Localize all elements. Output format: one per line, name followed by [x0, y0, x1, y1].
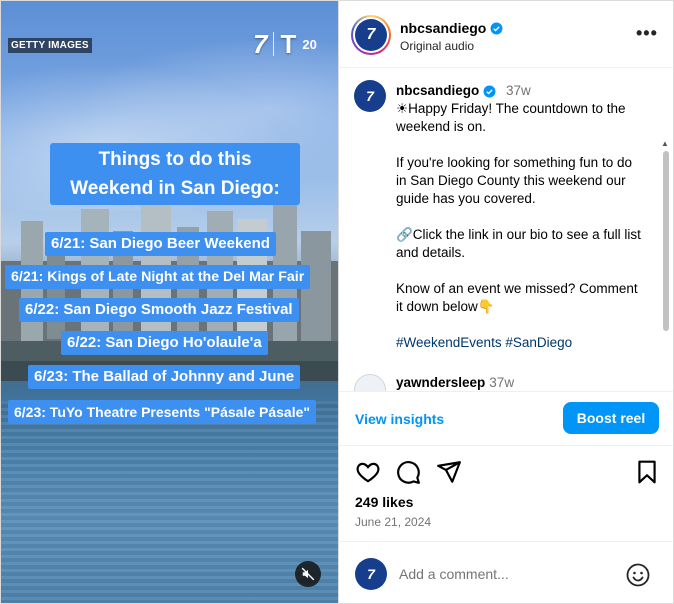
- post-side-panel: 7 nbcsandiego Original audio ••• 7 nbcsa…: [338, 1, 673, 603]
- original-audio-link[interactable]: Original audio: [400, 39, 474, 53]
- scrollbar-thumb[interactable]: [663, 151, 669, 331]
- comment-bubble-icon[interactable]: [395, 459, 421, 485]
- caption-line-1: ☀Happy Friday! The countdown to the week…: [396, 101, 626, 134]
- speaker-muted-icon: [301, 567, 315, 581]
- event-item: 6/23: The Ballad of Johnny and June: [28, 365, 301, 389]
- event-item: 6/22: San Diego Ho'olaule'a: [61, 331, 268, 355]
- likes-count[interactable]: 249 likes: [355, 494, 413, 510]
- telemundo-20-label: 20: [302, 36, 317, 52]
- nbc7-logo: 7: [253, 29, 268, 59]
- caption-username-text[interactable]: nbcsandiego: [396, 82, 479, 100]
- commenter-avatar[interactable]: [354, 374, 386, 391]
- comment-header: yawndersleep 37w: [396, 375, 514, 390]
- scroll-up-arrow-icon[interactable]: ▲: [661, 139, 669, 148]
- caption-line-3: 🔗Click the link in our bio to see a full…: [396, 227, 641, 260]
- boost-reel-button[interactable]: Boost reel: [563, 402, 659, 434]
- getty-watermark: GETTY IMAGES: [8, 38, 92, 53]
- emoji-picker-icon[interactable]: [626, 563, 650, 587]
- verified-badge-icon: [483, 85, 496, 97]
- caption-hashtags[interactable]: #WeekendEvents #SanDiego: [396, 334, 646, 352]
- logo-divider: [273, 32, 275, 56]
- caption-username[interactable]: nbcsandiego: [396, 82, 496, 100]
- caption-avatar[interactable]: 7: [354, 80, 386, 112]
- video-title: Things to do this Weekend in San Diego:: [50, 143, 300, 205]
- station-logos: 7 T 20: [253, 31, 317, 57]
- comment-time[interactable]: 37w: [489, 375, 514, 390]
- author-username[interactable]: nbcsandiego: [400, 20, 503, 36]
- post-header: 7 nbcsandiego Original audio •••: [339, 1, 673, 68]
- save-bookmark-icon[interactable]: [634, 459, 660, 485]
- post-dialog: GETTY IMAGES 7 T 20 Things to do this We…: [0, 0, 674, 604]
- comment-composer: 7: [339, 541, 673, 603]
- author-username-text[interactable]: nbcsandiego: [400, 20, 486, 36]
- mute-button[interactable]: [295, 561, 321, 587]
- add-comment-input[interactable]: [399, 566, 599, 582]
- caption-line-4: Know of an event we missed? Comment it d…: [396, 281, 638, 314]
- current-user-avatar: 7: [355, 558, 387, 590]
- reel-video[interactable]: GETTY IMAGES 7 T 20 Things to do this We…: [1, 1, 338, 603]
- event-item: 6/21: San Diego Beer Weekend: [45, 232, 276, 256]
- like-heart-icon[interactable]: [355, 459, 381, 485]
- comments-scroll-area[interactable]: 7 nbcsandiego 37w ☀Happy Friday! The cou…: [339, 69, 673, 391]
- bay-water: [1, 401, 338, 603]
- commenter-username[interactable]: yawndersleep: [396, 375, 485, 390]
- caption: nbcsandiego 37w ☀Happy Friday! The count…: [396, 82, 646, 370]
- telemundo-logo: T: [280, 29, 297, 59]
- event-item: 6/22: San Diego Smooth Jazz Festival: [19, 298, 299, 322]
- verified-badge-icon: [490, 22, 503, 34]
- post-date[interactable]: June 21, 2024: [355, 515, 431, 529]
- more-options-icon[interactable]: •••: [636, 23, 658, 44]
- caption-line-2: If you're looking for something fun to d…: [396, 155, 632, 206]
- event-item: 6/23: TuYo Theatre Presents "Pásale Pása…: [8, 400, 317, 424]
- action-bar: [339, 459, 673, 489]
- caption-time[interactable]: 37w: [506, 83, 531, 98]
- author-avatar[interactable]: 7: [351, 15, 391, 55]
- nbc-peacock-logo-icon: 7: [355, 19, 387, 51]
- event-item: 6/21: Kings of Late Night at the Del Mar…: [5, 265, 311, 289]
- insights-bar: View insights Boost reel: [339, 391, 673, 446]
- view-insights-link[interactable]: View insights: [355, 411, 444, 427]
- share-send-icon[interactable]: [436, 459, 462, 485]
